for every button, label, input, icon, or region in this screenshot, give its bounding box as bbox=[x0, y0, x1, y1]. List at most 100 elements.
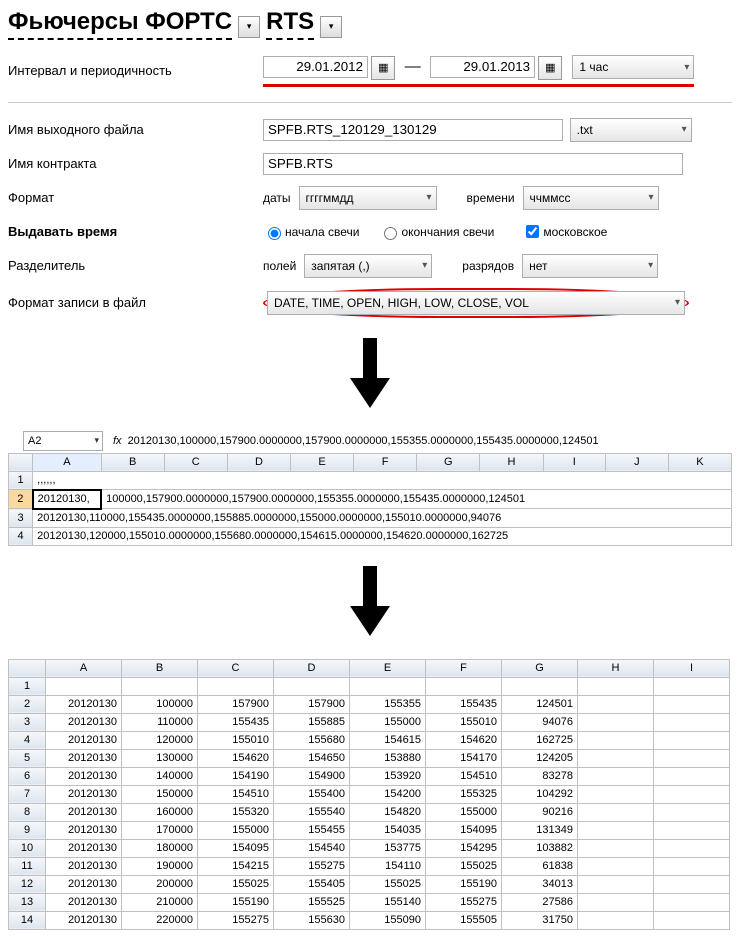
row-header[interactable]: 13 bbox=[9, 893, 46, 911]
period-select[interactable]: 1 час bbox=[572, 55, 694, 79]
col-header[interactable]: C bbox=[164, 453, 227, 471]
header-cell[interactable] bbox=[198, 677, 274, 695]
data-cell[interactable]: 155275 bbox=[274, 857, 350, 875]
data-cell[interactable]: 154650 bbox=[274, 749, 350, 767]
col-header[interactable]: E bbox=[350, 659, 426, 677]
data-cell[interactable]: 154620 bbox=[426, 731, 502, 749]
digit-sep-select[interactable]: нет bbox=[522, 254, 658, 278]
row-header[interactable]: 14 bbox=[9, 911, 46, 929]
col-header[interactable]: B bbox=[101, 453, 164, 471]
row-header[interactable]: 2 bbox=[9, 490, 33, 509]
data-cell[interactable]: 154170 bbox=[426, 749, 502, 767]
col-header[interactable]: I bbox=[654, 659, 730, 677]
row-header[interactable]: 4 bbox=[9, 731, 46, 749]
data-cell[interactable]: 162725 bbox=[502, 731, 578, 749]
data-cell[interactable]: 90216 bbox=[502, 803, 578, 821]
data-cell[interactable]: 155025 bbox=[198, 875, 274, 893]
data-cell[interactable]: 20120130 bbox=[46, 857, 122, 875]
data-cell[interactable]: 155320 bbox=[198, 803, 274, 821]
title-main-dropdown[interactable]: ▾ bbox=[238, 16, 260, 38]
data-cell[interactable]: 94076 bbox=[502, 713, 578, 731]
data-cell[interactable]: 20120130 bbox=[46, 875, 122, 893]
col-header[interactable]: F bbox=[426, 659, 502, 677]
data-cell[interactable]: 155010 bbox=[426, 713, 502, 731]
data-cell[interactable]: 103882 bbox=[502, 839, 578, 857]
data-cell[interactable]: 155540 bbox=[274, 803, 350, 821]
name-box[interactable]: A2 bbox=[23, 431, 103, 451]
data-cell[interactable]: 155190 bbox=[426, 875, 502, 893]
col-header[interactable]: K bbox=[668, 453, 731, 471]
table-row[interactable]: 100000,157900.0000000,157900.0000000,155… bbox=[101, 490, 731, 509]
data-cell[interactable]: 154510 bbox=[426, 767, 502, 785]
col-header[interactable]: G bbox=[502, 659, 578, 677]
data-cell[interactable]: 154200 bbox=[350, 785, 426, 803]
col-header[interactable]: J bbox=[606, 453, 669, 471]
data-cell[interactable]: 20120130 bbox=[46, 911, 122, 929]
data-cell[interactable]: 210000 bbox=[122, 893, 198, 911]
table-row[interactable]: 20120130,110000,155435.0000000,155885.00… bbox=[33, 509, 732, 528]
data-cell[interactable]: 154215 bbox=[198, 857, 274, 875]
data-cell[interactable]: 155455 bbox=[274, 821, 350, 839]
data-cell[interactable]: 190000 bbox=[122, 857, 198, 875]
data-cell[interactable]: 154295 bbox=[426, 839, 502, 857]
header-cell[interactable] bbox=[502, 677, 578, 695]
col-header[interactable]: H bbox=[480, 453, 543, 471]
data-cell[interactable]: 154095 bbox=[198, 839, 274, 857]
ext-select[interactable]: .txt bbox=[570, 118, 692, 142]
data-cell[interactable]: 154035 bbox=[350, 821, 426, 839]
table-row[interactable]: ,,,,,, bbox=[33, 471, 732, 490]
data-cell[interactable]: 155025 bbox=[426, 857, 502, 875]
data-cell[interactable]: 20120130 bbox=[46, 821, 122, 839]
header-cell[interactable] bbox=[426, 677, 502, 695]
data-cell[interactable]: 170000 bbox=[122, 821, 198, 839]
data-cell[interactable]: 155275 bbox=[426, 893, 502, 911]
data-cell[interactable]: 154095 bbox=[426, 821, 502, 839]
data-cell[interactable]: 154620 bbox=[198, 749, 274, 767]
data-cell[interactable]: 154510 bbox=[198, 785, 274, 803]
field-sep-select[interactable]: запятая (,) bbox=[304, 254, 432, 278]
row-header[interactable]: 7 bbox=[9, 785, 46, 803]
data-cell[interactable]: 155435 bbox=[198, 713, 274, 731]
data-cell[interactable]: 83278 bbox=[502, 767, 578, 785]
data-cell[interactable]: 154615 bbox=[350, 731, 426, 749]
record-fmt-select[interactable]: DATE, TIME, OPEN, HIGH, LOW, CLOSE, VOL bbox=[267, 291, 685, 315]
data-cell[interactable]: 140000 bbox=[122, 767, 198, 785]
data-cell[interactable]: 155000 bbox=[350, 713, 426, 731]
data-cell[interactable]: 130000 bbox=[122, 749, 198, 767]
header-cell[interactable] bbox=[274, 677, 350, 695]
header-cell[interactable] bbox=[122, 677, 198, 695]
col-header[interactable]: E bbox=[291, 453, 354, 471]
data-cell[interactable]: 180000 bbox=[122, 839, 198, 857]
data-cell[interactable]: 100000 bbox=[122, 695, 198, 713]
data-cell[interactable]: 155025 bbox=[350, 875, 426, 893]
data-cell[interactable]: 157900 bbox=[198, 695, 274, 713]
filename-input[interactable] bbox=[263, 119, 563, 141]
data-cell[interactable]: 155355 bbox=[350, 695, 426, 713]
data-cell[interactable]: 124501 bbox=[502, 695, 578, 713]
col-header[interactable]: C bbox=[198, 659, 274, 677]
header-cell[interactable] bbox=[46, 677, 122, 695]
data-cell[interactable]: 124205 bbox=[502, 749, 578, 767]
data-cell[interactable]: 61838 bbox=[502, 857, 578, 875]
data-cell[interactable]: 20120130 bbox=[46, 695, 122, 713]
row-header[interactable]: 3 bbox=[9, 509, 33, 528]
data-cell[interactable]: 157900 bbox=[274, 695, 350, 713]
calendar-icon[interactable]: ▦ bbox=[371, 56, 395, 80]
row-header[interactable]: 5 bbox=[9, 749, 46, 767]
time-fmt-select[interactable]: ччммсс bbox=[523, 186, 659, 210]
data-cell[interactable]: 155010 bbox=[198, 731, 274, 749]
col-header[interactable]: I bbox=[543, 453, 605, 471]
title-sub-dropdown[interactable]: ▾ bbox=[320, 16, 342, 38]
row-header[interactable]: 4 bbox=[9, 527, 33, 545]
row-header[interactable]: 9 bbox=[9, 821, 46, 839]
data-cell[interactable]: 155885 bbox=[274, 713, 350, 731]
table-row[interactable]: 20120130,120000,155010.0000000,155680.00… bbox=[33, 527, 732, 545]
data-cell[interactable]: 153920 bbox=[350, 767, 426, 785]
date-from-input[interactable] bbox=[263, 56, 368, 78]
row-header[interactable]: 2 bbox=[9, 695, 46, 713]
data-cell[interactable]: 155190 bbox=[198, 893, 274, 911]
data-cell[interactable]: 31750 bbox=[502, 911, 578, 929]
check-moscow[interactable] bbox=[526, 225, 539, 238]
row-header[interactable]: 12 bbox=[9, 875, 46, 893]
data-cell[interactable]: 220000 bbox=[122, 911, 198, 929]
